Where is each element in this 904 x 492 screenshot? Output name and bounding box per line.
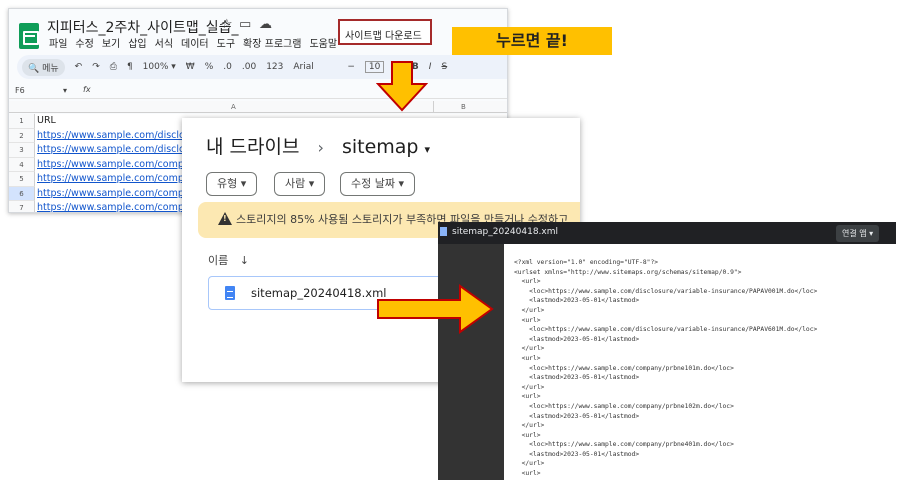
- increase-decimal-button[interactable]: .00: [242, 62, 256, 72]
- menu-edit[interactable]: 수정: [71, 35, 97, 50]
- open-with-label: 연결 앱: [842, 229, 867, 238]
- menu-tools[interactable]: 도구: [213, 35, 239, 50]
- name-box-dropdown-icon[interactable]: ▾: [63, 86, 67, 95]
- undo-icon[interactable]: ↶: [75, 62, 83, 72]
- star-icon[interactable]: ☆: [221, 17, 233, 32]
- menu-search-label: 메뉴: [42, 63, 59, 74]
- menu-data[interactable]: 데이터: [177, 35, 213, 50]
- document-file-icon: [225, 286, 235, 300]
- sheets-logo-icon[interactable]: [19, 23, 39, 49]
- menu-insert[interactable]: 삽입: [124, 35, 150, 50]
- filter-modified-label: 수정 날짜: [351, 177, 395, 190]
- file-name: sitemap_20240418.xml: [251, 286, 387, 300]
- row-header[interactable]: 2: [9, 128, 35, 143]
- decrease-decimal-button[interactable]: .0: [223, 62, 232, 72]
- preview-header: sitemap_20240418.xml 연결 앱 ▾: [438, 222, 896, 244]
- folder-dropdown-icon[interactable]: ▾: [425, 143, 431, 156]
- column-a-header[interactable]: A: [231, 103, 236, 111]
- row-header[interactable]: 4: [9, 157, 35, 172]
- more-formats-button[interactable]: 123: [266, 62, 283, 72]
- row-header[interactable]: 1: [9, 114, 35, 129]
- row-header[interactable]: 7: [9, 201, 35, 212]
- column-b-header[interactable]: B: [461, 103, 466, 111]
- warning-icon: [218, 212, 232, 225]
- redo-icon[interactable]: ↷: [92, 62, 100, 72]
- fx-icon: fx: [83, 85, 91, 94]
- sitemap-download-label: 사이트맵 다운로드: [345, 31, 422, 42]
- preview-file-title: sitemap_20240418.xml: [452, 227, 559, 237]
- sort-down-arrow-icon[interactable]: ↓: [240, 254, 249, 267]
- font-select[interactable]: Arial: [293, 62, 337, 72]
- name-box[interactable]: F6: [15, 86, 25, 95]
- currency-button[interactable]: ₩: [186, 62, 195, 72]
- menu-bar: 파일 수정 보기 삽입 서식 데이터 도구 확장 프로그램 도움말: [45, 35, 341, 50]
- filter-modified-chip[interactable]: 수정 날짜 ▾: [340, 172, 416, 196]
- row-header-selected[interactable]: 6: [9, 186, 35, 201]
- cloud-status-icon: ☁: [259, 17, 272, 32]
- open-with-button[interactable]: 연결 앱 ▾: [836, 225, 880, 242]
- breadcrumb-separator-icon: ›: [317, 138, 324, 157]
- cell-a1[interactable]: URL: [37, 114, 56, 128]
- arrow-down-icon: [376, 60, 428, 112]
- percent-button[interactable]: %: [205, 62, 214, 72]
- filter-people-chip[interactable]: 사람 ▾: [274, 172, 326, 196]
- menu-file[interactable]: 파일: [45, 35, 71, 50]
- print-icon[interactable]: ⎙: [110, 62, 117, 72]
- preview-backdrop: [438, 244, 504, 480]
- breadcrumb-folder[interactable]: sitemap: [342, 136, 419, 158]
- sort-by-name[interactable]: 이름 ↓: [208, 252, 249, 268]
- paint-format-icon[interactable]: ¶: [127, 62, 133, 72]
- sitemap-download-menu[interactable]: 사이트맵 다운로드: [338, 19, 432, 45]
- xml-content: <?xml version="1.0" encoding="UTF-8"?> <…: [504, 244, 896, 480]
- callout-label: 누르면 끝!: [452, 27, 612, 55]
- filter-type-label: 유형: [217, 177, 238, 190]
- toolbar: 🔍 메뉴 ↶ ↷ ⎙ ¶ 100% ▾ ₩ % .0 .00 123 Arial…: [17, 55, 507, 79]
- italic-button[interactable]: I: [429, 62, 432, 72]
- document-title[interactable]: 지피터스_2주차_사이트맵_실습_: [47, 17, 238, 37]
- xml-preview-window: sitemap_20240418.xml 연결 앱 ▾ <?xml versio…: [438, 222, 896, 480]
- menu-format[interactable]: 서식: [151, 35, 177, 50]
- breadcrumb-root[interactable]: 내 드라이브: [206, 136, 299, 158]
- menu-view[interactable]: 보기: [98, 35, 124, 50]
- move-folder-icon[interactable]: ▭: [239, 17, 251, 32]
- row-header[interactable]: 3: [9, 143, 35, 158]
- menu-help[interactable]: 도움말: [305, 35, 341, 50]
- zoom-value: 100%: [142, 62, 169, 72]
- strikethrough-button[interactable]: S: [441, 62, 447, 72]
- sort-label: 이름: [208, 254, 229, 267]
- column-divider: [433, 101, 434, 113]
- breadcrumb: 내 드라이브 › sitemap ▾: [206, 132, 430, 159]
- column-header: A B: [9, 101, 507, 113]
- file-type-icon: [440, 227, 447, 236]
- filter-people-label: 사람: [285, 177, 306, 190]
- arrow-right-icon: [376, 284, 494, 334]
- font-size-decrease-button[interactable]: −: [347, 62, 355, 72]
- menu-extensions[interactable]: 확장 프로그램: [239, 35, 305, 50]
- menu-search-button[interactable]: 🔍 메뉴: [22, 58, 65, 76]
- row-header[interactable]: 5: [9, 172, 35, 187]
- zoom-select[interactable]: 100% ▾: [143, 62, 176, 72]
- filter-type-chip[interactable]: 유형 ▾: [206, 172, 258, 196]
- formula-bar: F6 ▾ fx: [9, 83, 507, 99]
